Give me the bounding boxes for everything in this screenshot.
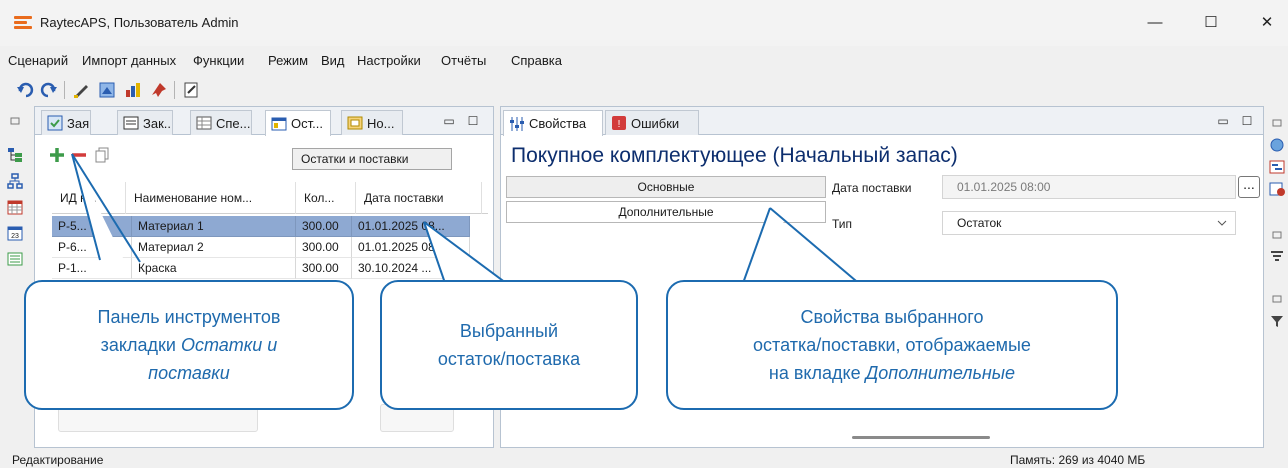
callout-props-line1: Свойства выбранного xyxy=(800,307,984,327)
status-memory: Память: 269 из 4040 МБ xyxy=(1010,453,1146,467)
callout-toolbar-line2a: закладки xyxy=(100,335,181,355)
callout-selected: Выбранный остаток/поставка xyxy=(380,280,638,410)
callout-props-line2: остатка/поставки, отображаемые xyxy=(753,335,1031,355)
status-mode: Редактирование xyxy=(12,453,104,467)
status-bar: Редактирование Память: 269 из 4040 МБ xyxy=(0,448,1288,468)
callout-selected-line1: Выбранный xyxy=(459,321,559,341)
callout-toolbar-line3: поставки xyxy=(148,363,230,383)
callout-props-line3b: Дополнительные xyxy=(865,363,1016,383)
callout-props-line3a: на вкладке xyxy=(768,363,866,383)
callout-properties: Свойства выбранного остатка/поставки, от… xyxy=(666,280,1118,410)
callout-toolbar: Панель инструментов закладки Остатки и п… xyxy=(24,280,354,410)
callout-toolbar-line1: Панель инструментов xyxy=(97,307,281,327)
callout-toolbar-line2b: Остатки и xyxy=(180,335,278,355)
callout-selected-line2: остаток/поставка xyxy=(437,349,581,369)
